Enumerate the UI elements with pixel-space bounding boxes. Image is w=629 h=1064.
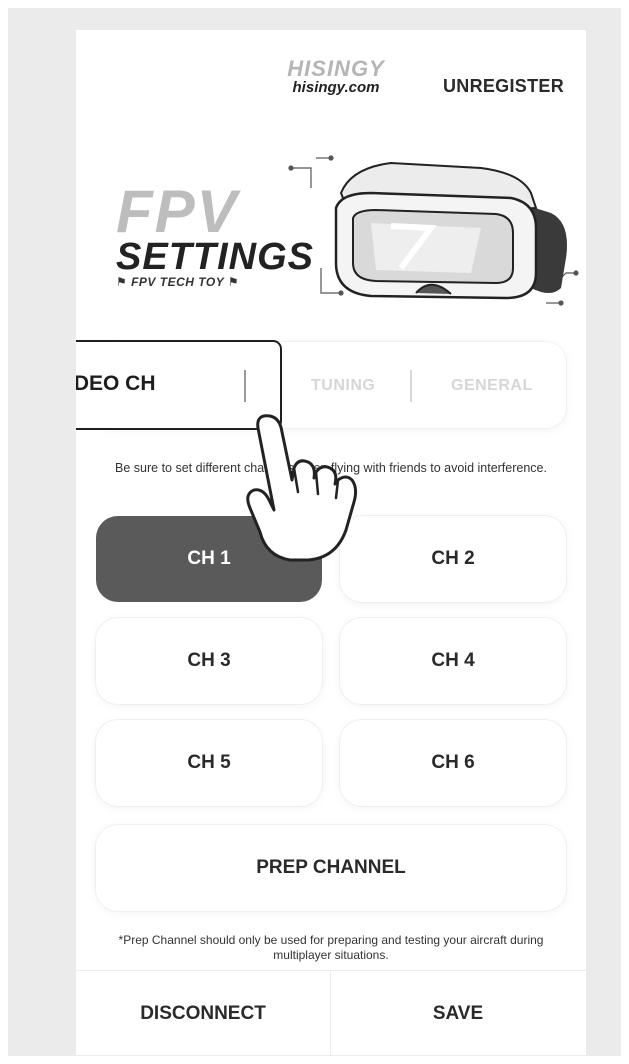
goggles-illustration	[288, 155, 579, 306]
prep-channel-button[interactable]: PREP CHANNEL	[96, 825, 566, 911]
tab-divider	[244, 370, 246, 402]
tab-video-ch[interactable]: VIDEO CH	[76, 372, 156, 396]
channel-button-2[interactable]: CH 2	[340, 516, 566, 602]
channel-button-4[interactable]: CH 4	[340, 618, 566, 704]
prep-channel-footnote: *Prep Channel should only be used for pr…	[118, 933, 544, 962]
bottom-action-bar: DISCONNECT SAVE	[76, 970, 586, 1055]
brand-logo: HISINGY hisingy.com	[276, 58, 396, 96]
hero-title: FPV SETTINGS ⚑ FPV TECH TOY ⚑	[116, 178, 315, 290]
tab-divider	[410, 370, 412, 402]
hero-subtitle-text: FPV TECH TOY	[131, 275, 224, 289]
unregister-button[interactable]: UNREGISTER	[443, 76, 564, 97]
app-screen: HISINGY hisingy.com UNREGISTER FPV SETTI…	[76, 30, 586, 1055]
channel-button-5[interactable]: CH 5	[96, 720, 322, 806]
logo-mark: HISINGY	[287, 56, 385, 81]
disconnect-button[interactable]: DISCONNECT	[76, 971, 330, 1055]
save-button[interactable]: SAVE	[331, 971, 585, 1055]
tab-general[interactable]: GENERAL	[451, 377, 533, 395]
tab-tuning[interactable]: TUNING	[311, 377, 375, 395]
hero-title-settings: SETTINGS	[116, 236, 315, 278]
logo-url: hisingy.com	[292, 79, 380, 96]
channel-button-3[interactable]: CH 3	[96, 618, 322, 704]
pointing-hand-icon	[246, 414, 358, 562]
channel-button-6[interactable]: CH 6	[340, 720, 566, 806]
hero-title-fpv: FPV	[116, 178, 239, 245]
